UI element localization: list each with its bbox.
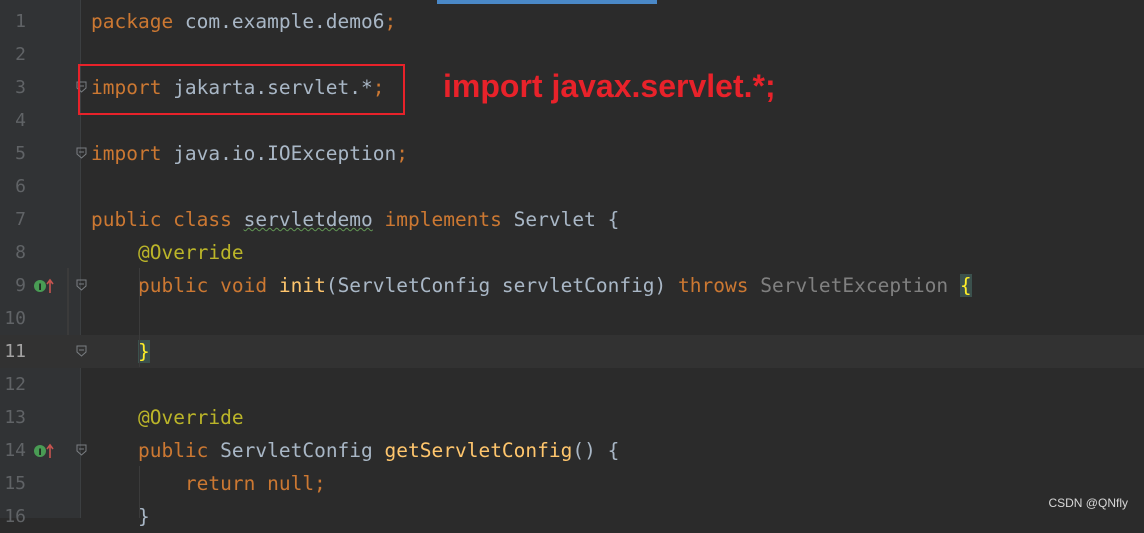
line-number: 14 [4,440,26,461]
code-text: return null; [91,467,326,500]
line-number: 16 [4,506,26,527]
watermark: CSDN @QNfly [1048,496,1128,510]
line-number: 5 [15,143,26,164]
fold-marker-icon[interactable] [76,279,87,291]
line-number: 11 [4,341,26,362]
indent-guide [139,466,140,518]
code-token: package [91,10,185,33]
highlight-box [78,64,405,115]
line-number: 15 [4,473,26,494]
code-text: import java.io.IOException; [91,137,408,170]
code-token: com.example.demo6 [184,10,385,33]
code-line[interactable]: 1 package com.example.demo6; [0,5,1144,38]
code-text: } [91,335,150,368]
code-line[interactable]: 8 @Override [0,236,1144,269]
line-number: 8 [15,242,26,263]
code-token: public [137,439,221,462]
code-text: public void init(ServletConfig servletCo… [91,269,972,302]
code-line[interactable]: 5 import java.io.IOException; [0,137,1144,170]
code-token: () { [572,439,620,462]
line-number: 9 [15,275,26,296]
code-line[interactable]: 7 public class servletdemo implements Ser… [0,203,1144,236]
code-token: init [278,274,326,297]
code-token: java.io.IOException [173,142,397,165]
code-line[interactable]: 15 return null; [0,467,1144,500]
code-token: ServletConfig [220,439,385,462]
code-line[interactable]: 11 } [0,335,1144,368]
fold-marker-icon[interactable] [76,345,87,357]
fold-marker-icon[interactable] [76,147,87,159]
code-token: implements [372,208,514,231]
implements-method-icon[interactable]: I [33,442,57,460]
line-number: 2 [15,44,26,65]
line-number: 7 [15,209,26,230]
line-number: 1 [15,11,26,32]
code-line[interactable]: 10 [0,302,1144,335]
code-token: ServletException [760,274,960,297]
code-token: throws [678,274,761,297]
code-text: package com.example.demo6; [91,5,396,38]
fold-marker-icon[interactable] [76,444,87,456]
line-number: 4 [15,110,26,131]
code-line[interactable]: 14 I public ServletConfig getServletConfi… [0,434,1144,467]
code-token: servletdemo [243,208,373,231]
code-text: @Override [91,236,244,269]
code-token: getServletConfig [384,439,573,462]
code-line[interactable]: 9 I public void init(ServletConfig servle… [0,269,1144,302]
code-text: public class servletdemo implements Serv… [91,203,619,236]
implements-method-icon[interactable]: I [33,277,57,295]
line-number: 13 [4,407,26,428]
code-token: ; [396,142,408,165]
code-token: public class [91,208,244,231]
code-line[interactable]: 16 } [0,500,1144,533]
code-line[interactable]: 6 [0,170,1144,203]
code-token: @Override [137,406,244,429]
line-number: 3 [15,77,26,98]
code-token: import [91,142,174,165]
code-token: { [959,274,972,297]
line-number: 6 [15,176,26,197]
code-token: return null; [184,472,326,495]
svg-text:I: I [38,448,41,458]
code-token: ; [384,10,397,33]
indent-guide [139,268,140,367]
code-line[interactable]: 13 @Override [0,401,1144,434]
code-line[interactable]: 12 [0,368,1144,401]
code-text: @Override [91,401,244,434]
svg-text:I: I [38,283,41,293]
annotation-text: import javax.servlet.*; [443,68,776,104]
code-token: @Override [137,241,244,264]
code-token: (ServletConfig servletConfig) [325,274,679,297]
code-token: public void [137,274,279,297]
code-text: } [91,500,150,533]
line-number: 10 [4,308,26,329]
code-token: } [91,505,150,528]
code-token: Servlet { [513,208,620,231]
editor-tab-accent [437,0,657,4]
code-text: public ServletConfig getServletConfig() … [91,434,619,467]
line-number: 12 [4,374,26,395]
